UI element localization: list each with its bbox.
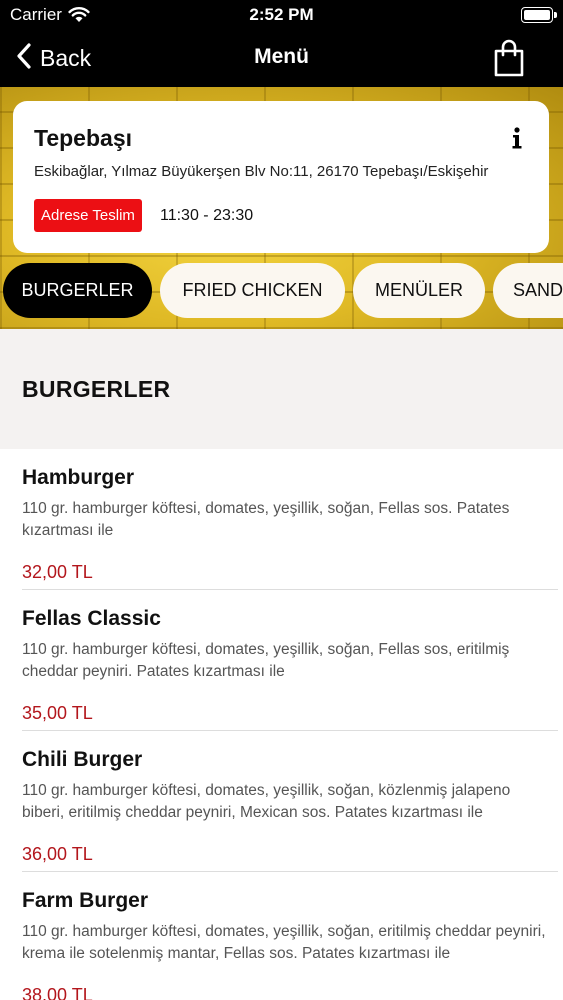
restaurant-info-card: Tepebaşı Eskibağlar, Yılmaz Büyükerşen B…	[13, 101, 549, 253]
item-description: 110 gr. hamburger köftesi, domates, yeşi…	[22, 782, 511, 821]
item-price: 32,00 TL	[22, 562, 93, 582]
item-price: 35,00 TL	[22, 703, 93, 723]
restaurant-address: Eskibağlar, Yılmaz Büyükerşen Blv No:11,…	[34, 163, 489, 180]
menu-list: Hamburger 110 gr. hamburger köftesi, dom…	[0, 449, 563, 1000]
item-name: Farm Burger	[22, 889, 149, 912]
back-label: Back	[40, 45, 92, 71]
navigation-bar: Back Menü	[0, 30, 563, 87]
clock: 2:52 PM	[249, 5, 314, 24]
tab-burgerler[interactable]: BURGERLER	[3, 263, 152, 318]
chevron-left-icon	[16, 42, 32, 75]
item-description: 110 gr. hamburger köftesi, domates, yeşi…	[22, 923, 546, 962]
tab-sandvicler[interactable]: SAND	[493, 263, 563, 318]
item-price: 36,00 TL	[22, 844, 93, 864]
category-tabs: BURGERLER FRIED CHICKEN MENÜLER SAND	[0, 263, 563, 318]
item-description: 110 gr. hamburger köftesi, domates, yeşi…	[22, 500, 510, 539]
menu-item-chili-burger[interactable]: Chili Burger 110 gr. hamburger köftesi, …	[0, 731, 563, 872]
battery-icon	[521, 7, 557, 23]
item-description: 110 gr. hamburger köftesi, domates, yeşi…	[22, 641, 510, 680]
item-price: 38,00 TL	[22, 985, 93, 1000]
tab-fried-chicken[interactable]: FRIED CHICKEN	[160, 263, 345, 318]
menu-item-farm-burger[interactable]: Farm Burger 110 gr. hamburger köftesi, d…	[0, 872, 563, 1000]
status-bar: Carrier 2:52 PM	[0, 0, 563, 30]
section-title: BURGERLER	[22, 376, 171, 402]
restaurant-name: Tepebaşı	[34, 125, 132, 151]
section-header: BURGERLER	[0, 329, 563, 449]
item-name: Chili Burger	[22, 748, 143, 771]
menu-item-fellas-classic[interactable]: Fellas Classic 110 gr. hamburger köftesi…	[0, 590, 563, 731]
delivery-badge: Adrese Teslim	[34, 199, 142, 232]
tab-menuler[interactable]: MENÜLER	[353, 263, 485, 318]
back-button[interactable]: Back	[16, 42, 91, 75]
item-name: Fellas Classic	[22, 607, 161, 630]
item-name: Hamburger	[22, 466, 135, 489]
menu-item-hamburger[interactable]: Hamburger 110 gr. hamburger köftesi, dom…	[0, 449, 563, 590]
info-icon[interactable]	[511, 127, 523, 149]
shopping-bag-icon[interactable]	[493, 38, 525, 83]
opening-hours: 11:30 - 23:30	[160, 207, 254, 224]
